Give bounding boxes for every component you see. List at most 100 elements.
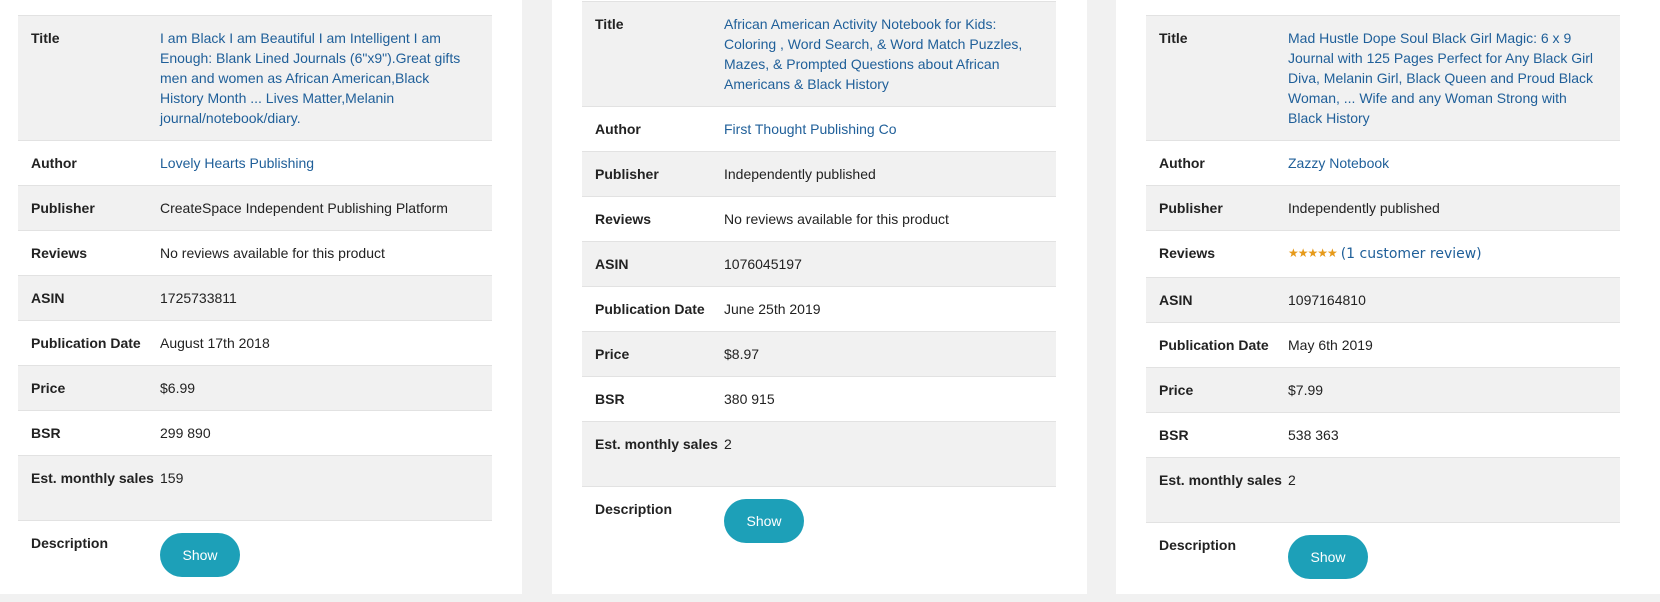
publication-date-label: Publication Date bbox=[595, 301, 705, 317]
bsr-row: BSR 380 915 bbox=[582, 376, 1056, 421]
price-label: Price bbox=[1159, 382, 1194, 398]
description-label: Description bbox=[1159, 537, 1237, 553]
author-link[interactable]: Zazzy Notebook bbox=[1288, 153, 1620, 185]
asin-value: 1097164810 bbox=[1288, 292, 1366, 308]
reviews-label: Reviews bbox=[1159, 245, 1216, 261]
asin-value: 1725733811 bbox=[160, 290, 237, 306]
price-label: Price bbox=[31, 380, 66, 396]
asin-row: ASIN 1725733811 bbox=[18, 275, 492, 320]
title-label: Title bbox=[1159, 30, 1188, 46]
reviews-value: No reviews available for this product bbox=[160, 245, 385, 261]
author-row: Author Zazzy Notebook bbox=[1146, 140, 1620, 185]
asin-label: ASIN bbox=[595, 256, 629, 272]
author-link[interactable]: First Thought Publishing Co bbox=[724, 119, 1056, 151]
publication-date-label: Publication Date bbox=[1159, 337, 1269, 353]
reviews-row: Reviews ★★★★★ (1 customer review) bbox=[1146, 230, 1620, 277]
publication-date-label: Publication Date bbox=[31, 335, 141, 351]
book-card-1: Title I am Black I am Beautiful I am Int… bbox=[0, 0, 522, 594]
bsr-value: 538 363 bbox=[1288, 427, 1339, 443]
est-monthly-sales-row: Est. monthly sales 159 bbox=[18, 455, 492, 520]
publication-date-value: August 17th 2018 bbox=[160, 335, 270, 351]
book-details-table: Title I am Black I am Beautiful I am Int… bbox=[18, 15, 492, 600]
publisher-row: Publisher CreateSpace Independent Publis… bbox=[18, 185, 492, 230]
bsr-label: BSR bbox=[595, 391, 625, 407]
author-row: Author First Thought Publishing Co bbox=[582, 106, 1056, 151]
description-value: Show bbox=[1288, 535, 1620, 602]
bsr-row: BSR 299 890 bbox=[18, 410, 492, 455]
publication-date-row: Publication Date June 25th 2019 bbox=[582, 286, 1056, 331]
bsr-label: BSR bbox=[31, 425, 61, 441]
est-monthly-sales-label: Est. monthly sales bbox=[595, 436, 718, 452]
book-card-2: Title African American Activity Notebook… bbox=[552, 0, 1087, 594]
asin-value: 1076045197 bbox=[724, 256, 802, 272]
asin-row: ASIN 1076045197 bbox=[582, 241, 1056, 286]
book-details-table: Title Mad Hustle Dope Soul Black Girl Ma… bbox=[1146, 15, 1620, 602]
publication-date-value: May 6th 2019 bbox=[1288, 337, 1373, 353]
price-label: Price bbox=[595, 346, 630, 362]
price-row: Price $7.99 bbox=[1146, 367, 1620, 412]
author-label: Author bbox=[595, 121, 641, 137]
title-label: Title bbox=[31, 30, 60, 46]
bsr-row: BSR 538 363 bbox=[1146, 412, 1620, 457]
title-link[interactable]: Mad Hustle Dope Soul Black Girl Magic: 6… bbox=[1288, 28, 1620, 128]
reviews-label: Reviews bbox=[31, 245, 88, 261]
reviews-value: ★★★★★ (1 customer review) bbox=[1288, 243, 1620, 277]
book-details-table: Title African American Activity Notebook… bbox=[582, 1, 1056, 566]
bsr-label: BSR bbox=[1159, 427, 1189, 443]
description-row: Description Show bbox=[18, 520, 492, 600]
customer-review-link[interactable]: (1 customer review) bbox=[1341, 246, 1482, 262]
show-description-button[interactable]: Show bbox=[724, 499, 804, 543]
title-row: Title I am Black I am Beautiful I am Int… bbox=[18, 15, 492, 140]
publisher-label: Publisher bbox=[1159, 200, 1223, 216]
description-value: Show bbox=[160, 533, 492, 600]
author-link[interactable]: Lovely Hearts Publishing bbox=[160, 153, 492, 185]
est-monthly-sales-value: 159 bbox=[160, 470, 184, 486]
publisher-label: Publisher bbox=[31, 200, 95, 216]
description-label: Description bbox=[595, 501, 673, 517]
reviews-row: Reviews No reviews available for this pr… bbox=[582, 196, 1056, 241]
publisher-row: Publisher Independently published bbox=[582, 151, 1056, 196]
publisher-value: CreateSpace Independent Publishing Platf… bbox=[160, 200, 448, 216]
price-value: $6.99 bbox=[160, 380, 196, 396]
show-description-button[interactable]: Show bbox=[160, 533, 240, 577]
bsr-value: 299 890 bbox=[160, 425, 211, 441]
est-monthly-sales-label: Est. monthly sales bbox=[1159, 472, 1282, 488]
est-monthly-sales-value: 2 bbox=[724, 436, 732, 452]
publisher-value: Independently published bbox=[1288, 200, 1440, 216]
author-row: Author Lovely Hearts Publishing bbox=[18, 140, 492, 185]
reviews-row: Reviews No reviews available for this pr… bbox=[18, 230, 492, 275]
book-card-3: Title Mad Hustle Dope Soul Black Girl Ma… bbox=[1116, 0, 1660, 594]
title-link[interactable]: I am Black I am Beautiful I am Intellige… bbox=[160, 28, 492, 128]
bsr-value: 380 915 bbox=[724, 391, 775, 407]
est-monthly-sales-value: 2 bbox=[1288, 472, 1296, 488]
title-row: Title African American Activity Notebook… bbox=[582, 1, 1056, 106]
est-monthly-sales-row: Est. monthly sales 2 bbox=[582, 421, 1056, 486]
author-label: Author bbox=[1159, 155, 1205, 171]
star-rating-icon: ★★★★★ bbox=[1288, 246, 1338, 260]
price-row: Price $8.97 bbox=[582, 331, 1056, 376]
publication-date-value: June 25th 2019 bbox=[724, 301, 821, 317]
reviews-value: No reviews available for this product bbox=[724, 211, 949, 227]
description-label: Description bbox=[31, 535, 109, 551]
author-label: Author bbox=[31, 155, 77, 171]
publication-date-row: Publication Date August 17th 2018 bbox=[18, 320, 492, 365]
description-value: Show bbox=[724, 499, 1056, 566]
est-monthly-sales-label: Est. monthly sales bbox=[31, 470, 154, 486]
reviews-label: Reviews bbox=[595, 211, 652, 227]
price-value: $8.97 bbox=[724, 346, 760, 362]
title-row: Title Mad Hustle Dope Soul Black Girl Ma… bbox=[1146, 15, 1620, 140]
asin-row: ASIN 1097164810 bbox=[1146, 277, 1620, 322]
description-row: Description Show bbox=[582, 486, 1056, 566]
title-link[interactable]: African American Activity Notebook for K… bbox=[724, 14, 1056, 94]
asin-label: ASIN bbox=[31, 290, 65, 306]
price-row: Price $6.99 bbox=[18, 365, 492, 410]
price-value: $7.99 bbox=[1288, 382, 1324, 398]
description-row: Description Show bbox=[1146, 522, 1620, 602]
asin-label: ASIN bbox=[1159, 292, 1193, 308]
show-description-button[interactable]: Show bbox=[1288, 535, 1368, 579]
publisher-row: Publisher Independently published bbox=[1146, 185, 1620, 230]
publisher-label: Publisher bbox=[595, 166, 659, 182]
est-monthly-sales-row: Est. monthly sales 2 bbox=[1146, 457, 1620, 522]
publication-date-row: Publication Date May 6th 2019 bbox=[1146, 322, 1620, 367]
publisher-value: Independently published bbox=[724, 166, 876, 182]
